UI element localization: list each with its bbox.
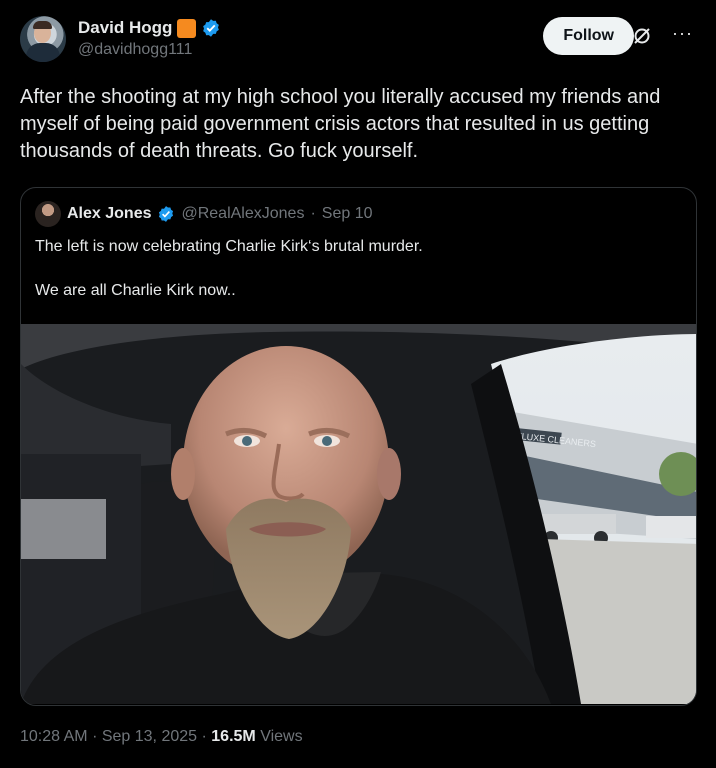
quoted-text-line-2: We are all Charlie Kirk now.. [35, 282, 236, 299]
grok-icon[interactable] [632, 26, 652, 46]
quoted-text-line-1: The left is now celebrating Charlie Kirk… [35, 238, 423, 255]
quoted-tweet-text: The left is now celebrating Charlie Kirk… [21, 228, 696, 302]
author-display-name[interactable]: David Hogg [78, 18, 172, 38]
quoted-tweet-header: Alex Jones @RealAlexJones · Sep 10 [21, 188, 696, 228]
meta-separator: · [201, 728, 207, 745]
quoted-author-handle[interactable]: @RealAlexJones [181, 205, 304, 223]
follow-button[interactable]: Follow [543, 17, 634, 55]
quoted-media-image[interactable]: DELUXE CLEANERS [21, 324, 696, 704]
verified-badge-icon [159, 206, 174, 222]
quoted-author-avatar[interactable] [35, 201, 61, 227]
quoted-author-name[interactable]: Alex Jones [67, 205, 151, 223]
meta-separator: · [92, 728, 98, 745]
tweet-meta: 10:28 AM · Sep 13, 2025 · 16.5M Views [20, 728, 696, 746]
tweet-text: After the shooting at my high school you… [20, 86, 661, 162]
quoted-date[interactable]: Sep 10 [322, 205, 373, 223]
car-selfie-image: DELUXE CLEANERS [21, 324, 696, 704]
author-avatar[interactable] [20, 16, 66, 62]
author-names: David Hogg @davidhogg111 [78, 18, 221, 59]
more-icon[interactable]: ··· [672, 24, 692, 46]
author-handle[interactable]: @davidhogg111 [78, 41, 221, 59]
views-count: 16.5M [211, 728, 256, 745]
tweet-date[interactable]: Sep 13, 2025 [102, 728, 197, 745]
verified-badge-icon [203, 19, 220, 37]
tweet-header: David Hogg @davidhogg111 Follow ··· [20, 16, 696, 62]
quoted-separator: · [310, 205, 316, 222]
quoted-tweet[interactable]: Alex Jones @RealAlexJones · Sep 10 The l… [20, 187, 697, 706]
tweet-post: David Hogg @davidhogg111 Follow ··· Afte… [0, 0, 716, 768]
affiliation-badge-icon [177, 18, 197, 38]
tweet-time[interactable]: 10:28 AM [20, 728, 88, 745]
views-label: Views [260, 728, 303, 745]
